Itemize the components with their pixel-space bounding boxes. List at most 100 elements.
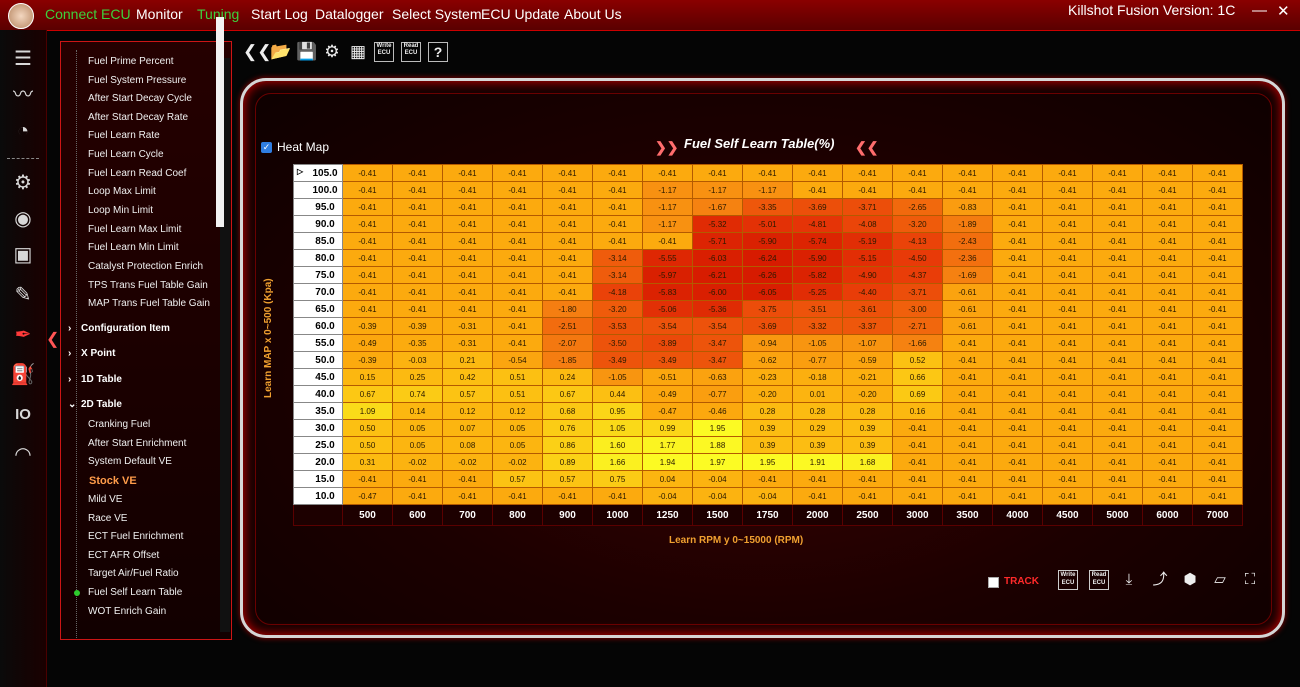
table-cell[interactable]: 1.88: [692, 436, 743, 454]
calculator-icon[interactable]: ▦: [348, 42, 368, 62]
table-cell[interactable]: -3.69: [742, 317, 793, 335]
table-cell[interactable]: -0.46: [692, 402, 743, 420]
column-header[interactable]: 1750: [742, 504, 793, 526]
table-cell[interactable]: -3.35: [742, 198, 793, 216]
column-header[interactable]: 600: [392, 504, 443, 526]
collapse-panel-icon[interactable]: ❮: [46, 329, 59, 349]
table-cell[interactable]: -0.41: [1092, 334, 1143, 352]
tree-item-system-default-ve[interactable]: System Default VE: [88, 456, 172, 467]
io-icon[interactable]: IO: [10, 402, 36, 428]
table-cell[interactable]: -0.41: [1192, 283, 1243, 301]
tree-item-cranking-fuel[interactable]: Cranking Fuel: [88, 419, 150, 430]
menu-ecu-update[interactable]: ECU Update: [481, 6, 560, 22]
table-cell[interactable]: -0.41: [1092, 453, 1143, 471]
column-header[interactable]: 800: [492, 504, 543, 526]
table-cell[interactable]: -0.41: [392, 164, 443, 182]
table-cell[interactable]: 0.28: [792, 402, 843, 420]
table-cell[interactable]: -0.41: [942, 402, 993, 420]
table-cell[interactable]: -6.26: [742, 266, 793, 284]
table-cell[interactable]: 0.57: [542, 470, 593, 488]
table-cell[interactable]: 1.66: [592, 453, 643, 471]
tree-item-fuel-learn-min-limit[interactable]: Fuel Learn Min Limit: [88, 242, 179, 253]
table-cell[interactable]: -0.77: [692, 385, 743, 403]
menu-about-us[interactable]: About Us: [564, 6, 622, 22]
table-cell[interactable]: -0.41: [1092, 300, 1143, 318]
table-cell[interactable]: -5.55: [642, 249, 693, 267]
table-cell[interactable]: 0.07: [442, 419, 493, 437]
table-cell[interactable]: 0.04: [642, 470, 693, 488]
table-cell[interactable]: 0.12: [492, 402, 543, 420]
expand-chevron-right-icon[interactable]: ›: [68, 348, 71, 359]
table-cell[interactable]: -0.41: [542, 266, 593, 284]
table-cell[interactable]: -0.41: [1092, 385, 1143, 403]
row-header[interactable]: 25.0: [293, 436, 343, 454]
table-cell[interactable]: -0.41: [1142, 181, 1193, 199]
table-cell[interactable]: -3.20: [592, 300, 643, 318]
table-cell[interactable]: -4.18: [592, 283, 643, 301]
row-header[interactable]: 10.0: [293, 487, 343, 505]
row-header[interactable]: 20.0: [293, 453, 343, 471]
table-cell[interactable]: -0.41: [1192, 266, 1243, 284]
table-cell[interactable]: 0.28: [842, 402, 893, 420]
table-cell[interactable]: 0.39: [842, 436, 893, 454]
table-cell[interactable]: -1.17: [642, 181, 693, 199]
table-cell[interactable]: -0.41: [492, 283, 543, 301]
table-cell[interactable]: -5.25: [792, 283, 843, 301]
injector-icon[interactable]: ✒: [10, 322, 36, 348]
table-cell[interactable]: 0.52: [892, 351, 943, 369]
read-ecu-button[interactable]: Read ECU: [401, 42, 421, 62]
table-cell[interactable]: -5.06: [642, 300, 693, 318]
table-cell[interactable]: -4.50: [892, 249, 943, 267]
tree-item-loop-min-limit[interactable]: Loop Min Limit: [88, 205, 153, 216]
table-cell[interactable]: -0.31: [442, 317, 493, 335]
table-cell[interactable]: -0.41: [1042, 215, 1093, 233]
table-cell[interactable]: -0.41: [742, 470, 793, 488]
table-cell[interactable]: -0.41: [1192, 334, 1243, 352]
table-cell[interactable]: -0.41: [1192, 419, 1243, 437]
table-cell[interactable]: -0.41: [1142, 436, 1193, 454]
table-cell[interactable]: -0.41: [492, 232, 543, 250]
table-cell[interactable]: -0.94: [742, 334, 793, 352]
table-cell[interactable]: -0.41: [992, 232, 1043, 250]
table-cell[interactable]: -0.41: [1192, 181, 1243, 199]
table-cell[interactable]: -0.41: [442, 164, 493, 182]
table-cell[interactable]: -6.24: [742, 249, 793, 267]
table-cell[interactable]: -0.41: [442, 181, 493, 199]
tree-item-map-trans-fuel-table-gain[interactable]: MAP Trans Fuel Table Gain: [88, 298, 210, 309]
table-cell[interactable]: -0.41: [1192, 317, 1243, 335]
table-cell[interactable]: -0.41: [642, 164, 693, 182]
table-cell[interactable]: -0.41: [1092, 215, 1143, 233]
table-cell[interactable]: -0.41: [742, 164, 793, 182]
column-header[interactable]: 3000: [892, 504, 943, 526]
table-cell[interactable]: 0.68: [542, 402, 593, 420]
table-cell[interactable]: -0.41: [942, 470, 993, 488]
table-cell[interactable]: -0.41: [492, 215, 543, 233]
table-cell[interactable]: -0.41: [1192, 470, 1243, 488]
tree-section-configuration-item[interactable]: Configuration Item: [81, 323, 170, 334]
table-cell[interactable]: -0.41: [942, 164, 993, 182]
table-cell[interactable]: -0.41: [842, 487, 893, 505]
table-cell[interactable]: 1.68: [842, 453, 893, 471]
tree-item-tps-trans-fuel-table-gain[interactable]: TPS Trans Fuel Table Gain: [88, 280, 208, 291]
table-cell[interactable]: -1.17: [642, 198, 693, 216]
table-cell[interactable]: 0.01: [792, 385, 843, 403]
signal-icon[interactable]: ◉: [10, 206, 36, 232]
table-cell[interactable]: -0.49: [342, 334, 393, 352]
table-cell[interactable]: -0.41: [942, 334, 993, 352]
table-cell[interactable]: 0.69: [892, 385, 943, 403]
row-header[interactable]: 80.0: [293, 249, 343, 267]
table-cell[interactable]: -0.41: [542, 215, 593, 233]
expand-chevron-right-icon[interactable]: ›: [68, 323, 71, 334]
table-cell[interactable]: -0.41: [1192, 487, 1243, 505]
tree-item-fuel-learn-read-coef[interactable]: Fuel Learn Read Coef: [88, 168, 186, 179]
table-cell[interactable]: -0.41: [1092, 402, 1143, 420]
table-cell[interactable]: -0.41: [442, 215, 493, 233]
table-cell[interactable]: -0.41: [492, 487, 543, 505]
table-cell[interactable]: 1.09: [342, 402, 393, 420]
table-cell[interactable]: -0.41: [442, 198, 493, 216]
table-cell[interactable]: -0.41: [842, 470, 893, 488]
table-cell[interactable]: -0.04: [692, 487, 743, 505]
table-cell[interactable]: -0.41: [992, 181, 1043, 199]
table-cell[interactable]: 0.39: [792, 436, 843, 454]
table-cell[interactable]: -0.41: [1042, 266, 1093, 284]
